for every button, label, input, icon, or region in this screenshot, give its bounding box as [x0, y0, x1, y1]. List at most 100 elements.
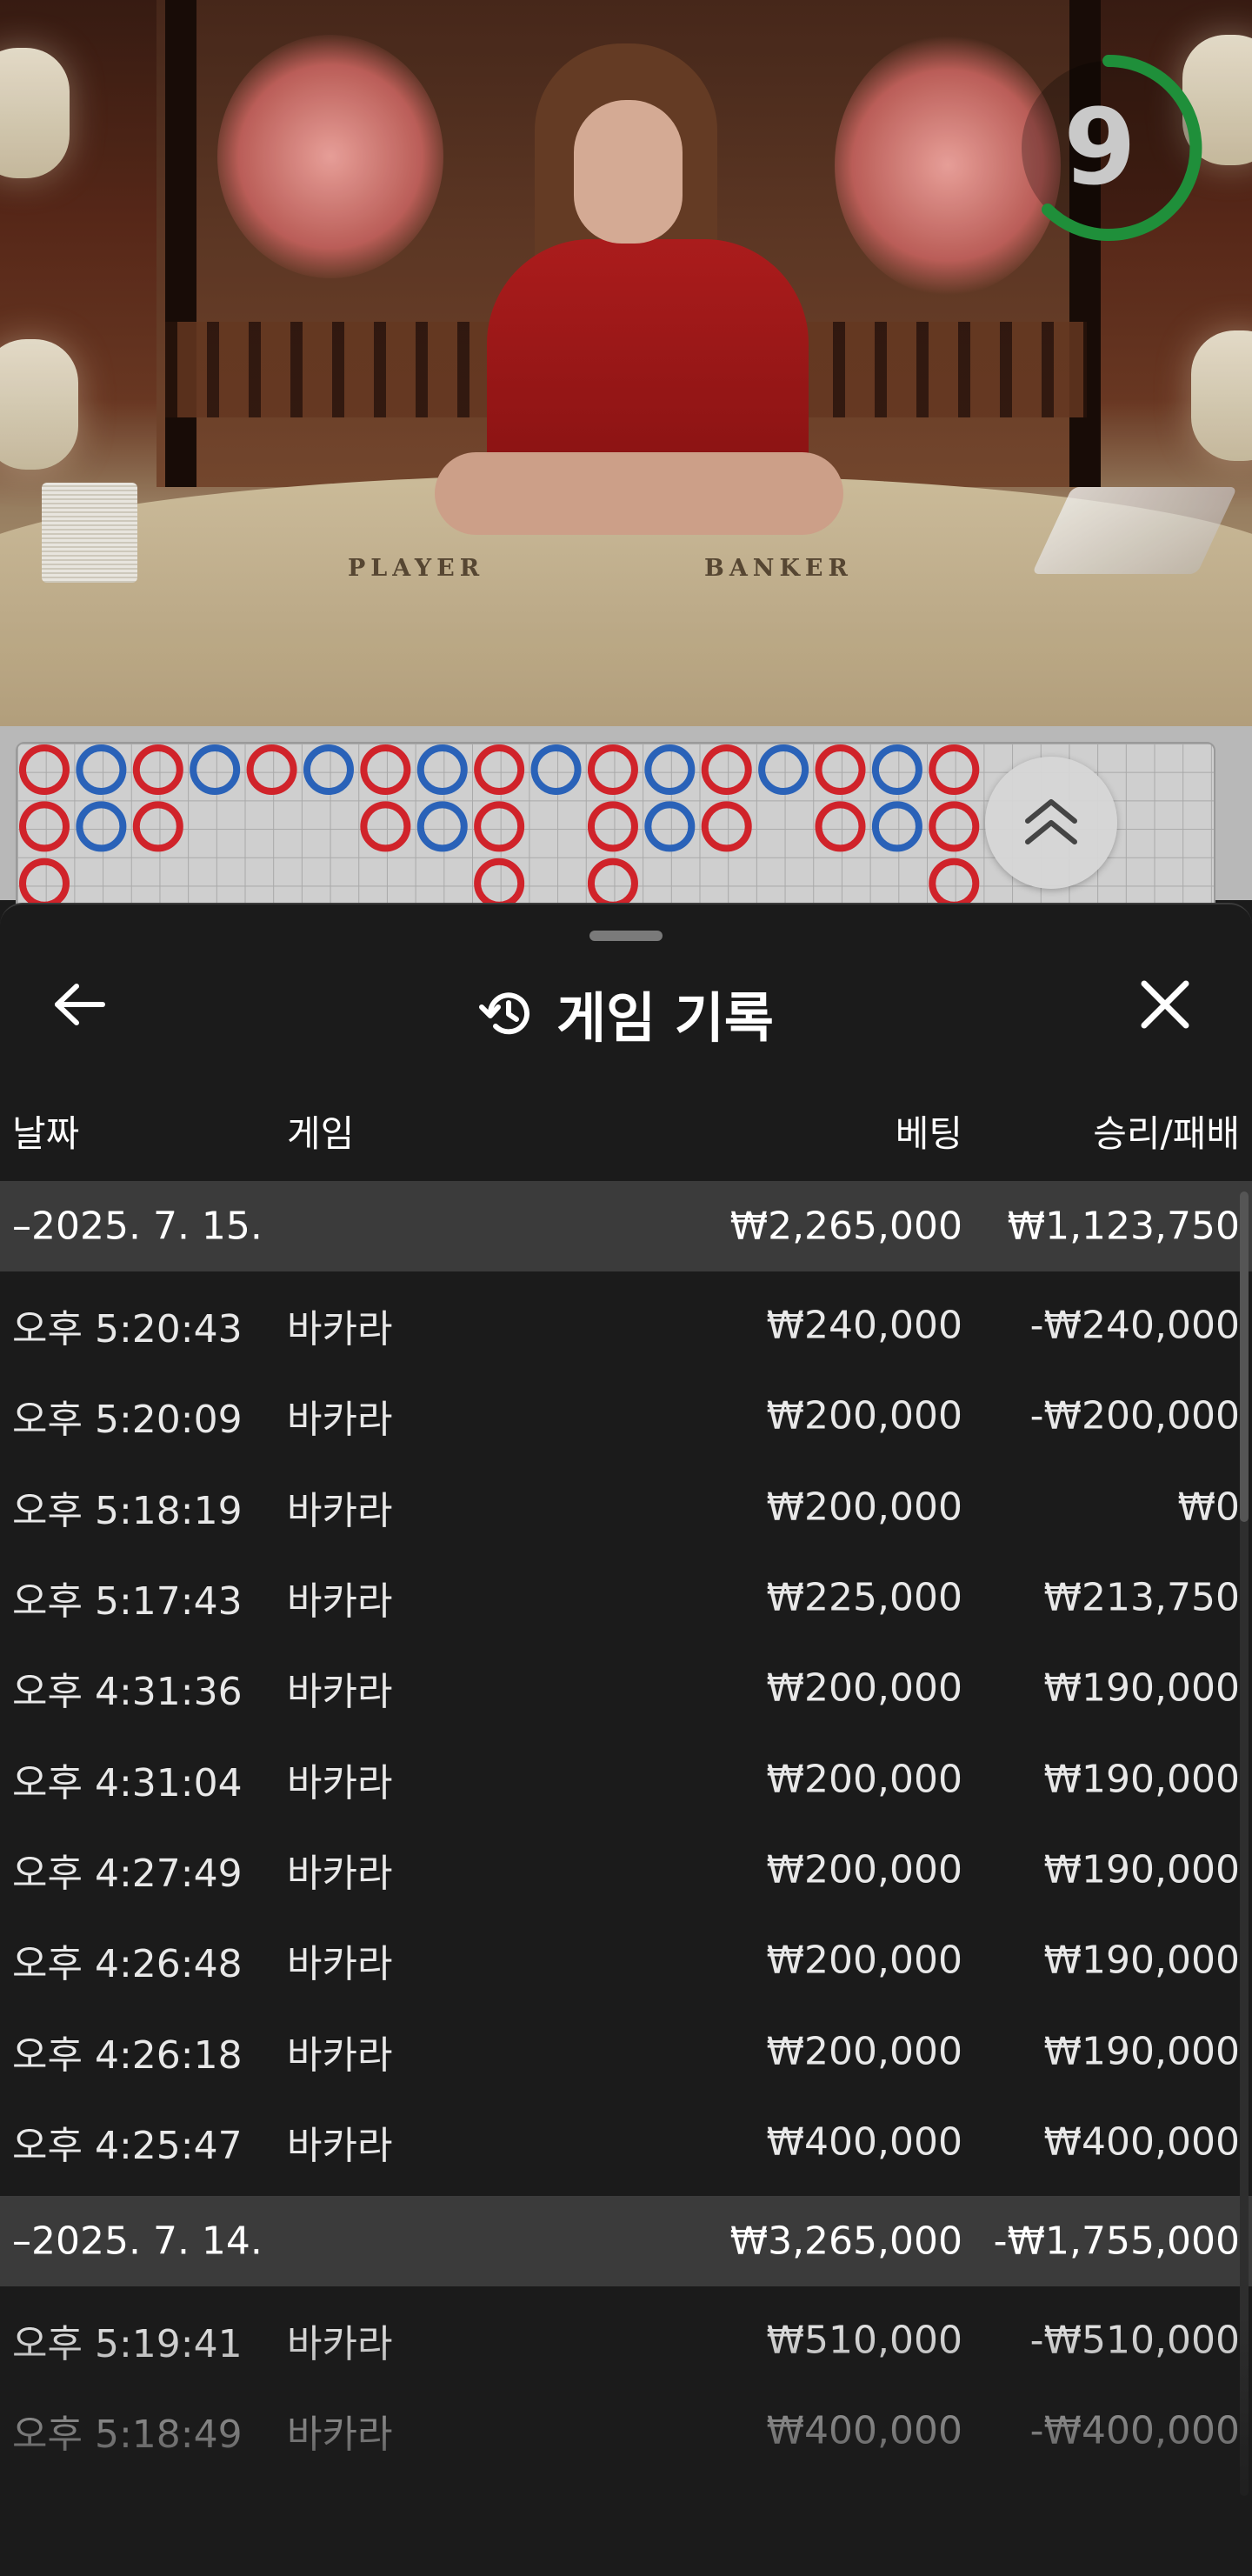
- row-time: 오후 5:18:19: [12, 1488, 243, 1533]
- row-bet: ₩200,000: [766, 1757, 962, 1802]
- game-history-panel: 게임 기록 날짜 게임 베팅 승리/패배 –2025. 7. 15. ₩2,265…: [0, 903, 1252, 2576]
- countdown-number: 9: [1063, 87, 1136, 209]
- row-bet: ₩200,000: [766, 1665, 962, 1711]
- banker-bead: [474, 744, 525, 795]
- row-time: 오후 4:26:18: [12, 2032, 243, 2078]
- row-time: 오후 4:26:48: [12, 1942, 243, 1987]
- group-date: –2025. 7. 15.: [12, 1204, 263, 1249]
- row-game: 바카라: [287, 2123, 393, 2168]
- scroll-up-button[interactable]: [985, 757, 1117, 889]
- row-time: 오후 5:20:43: [12, 1307, 243, 1352]
- row-winloss: ₩190,000: [1043, 1938, 1240, 1983]
- history-row[interactable]: 오후 5:20:43 바카라 ₩240,000 -₩240,000: [0, 1280, 1252, 1371]
- player-bead: [190, 744, 241, 795]
- banker-bead: [701, 744, 752, 795]
- column-date: 날짜: [12, 1112, 80, 1155]
- row-winloss: ₩213,750: [1043, 1575, 1240, 1620]
- row-winloss: ₩0: [1177, 1485, 1241, 1530]
- date-group-row[interactable]: –2025. 7. 14. ₩3,265,000 -₩1,755,000: [0, 2195, 1252, 2286]
- row-bet: ₩200,000: [766, 1847, 962, 1892]
- history-row[interactable]: 오후 4:25:47 바카라 ₩400,000 ₩400,000: [0, 2097, 1252, 2187]
- history-row[interactable]: 오후 4:27:49 바카라 ₩200,000 ₩190,000: [0, 1825, 1252, 1915]
- player-bead: [871, 744, 922, 795]
- banker-bead: [360, 744, 411, 795]
- row-bet: ₩200,000: [766, 1485, 962, 1530]
- history-row[interactable]: 오후 5:17:43 바카라 ₩225,000 ₩213,750: [0, 1552, 1252, 1643]
- row-time: 오후 4:31:04: [12, 1760, 243, 1805]
- banker-bead: [19, 801, 70, 852]
- group-bet-total: ₩3,265,000: [729, 2219, 962, 2264]
- row-game: 바카라: [287, 1670, 393, 1715]
- date-group-row[interactable]: –2025. 7. 15. ₩2,265,000 ₩1,123,750: [0, 1181, 1252, 1271]
- row-winloss: ₩190,000: [1043, 2029, 1240, 2074]
- group-bet-total: ₩2,265,000: [729, 1204, 962, 1249]
- banker-bead: [929, 801, 980, 852]
- live-dealer-video: PLAYER BANKER 9: [0, 0, 1252, 726]
- player-bead: [530, 744, 582, 795]
- player-bead: [416, 801, 468, 852]
- column-game: 게임: [287, 1112, 355, 1155]
- column-headers: 날짜 게임 베팅 승리/패배: [0, 1104, 1252, 1165]
- banker-bead: [929, 858, 980, 909]
- row-bet: ₩240,000: [766, 1303, 962, 1348]
- banker-bead: [19, 744, 70, 795]
- column-winloss: 승리/패배: [1093, 1112, 1240, 1155]
- history-icon: [479, 992, 530, 1035]
- row-game: 바카라: [287, 1760, 393, 1805]
- chevron-double-up-icon: [1025, 799, 1077, 844]
- row-winloss: ₩400,000: [1043, 2119, 1240, 2165]
- banker-bead: [587, 744, 638, 795]
- banker-bead: [132, 744, 183, 795]
- banker-bead: [587, 858, 638, 909]
- row-game: 바카라: [287, 1942, 393, 1987]
- panel-title: 게임 기록: [0, 974, 1252, 1052]
- row-winloss: -₩200,000: [1029, 1393, 1240, 1438]
- row-game: 바카라: [287, 1851, 393, 1896]
- row-time: 오후 5:20:09: [12, 1398, 243, 1443]
- history-row[interactable]: 오후 5:18:19 바카라 ₩200,000 ₩0: [0, 1462, 1252, 1552]
- row-bet: ₩225,000: [766, 1575, 962, 1620]
- banker-bead: [19, 858, 70, 909]
- history-row[interactable]: 오후 4:26:48 바카라 ₩200,000 ₩190,000: [0, 1915, 1252, 2005]
- row-game: 바카라: [287, 1307, 393, 1352]
- player-bead: [871, 801, 922, 852]
- history-row[interactable]: 오후 4:31:04 바카라 ₩200,000 ₩190,000: [0, 1733, 1252, 1824]
- player-bead: [758, 744, 809, 795]
- row-game: 바카라: [287, 1398, 393, 1443]
- row-game: 바카라: [287, 1488, 393, 1533]
- banker-bead: [815, 801, 866, 852]
- banker-bead: [474, 801, 525, 852]
- banker-bead: [587, 801, 638, 852]
- player-bead: [644, 744, 696, 795]
- panel-header: 게임 기록: [0, 957, 1252, 1052]
- banker-bead: [360, 801, 411, 852]
- close-button[interactable]: [1130, 976, 1200, 1033]
- row-time: 오후 4:25:47: [12, 2123, 243, 2168]
- history-row[interactable]: 오후 4:26:18 바카라 ₩200,000 ₩190,000: [0, 2005, 1252, 2096]
- player-bead: [303, 744, 354, 795]
- group-date: –2025. 7. 14.: [12, 2219, 263, 2264]
- history-row[interactable]: 오후 4:31:36 바카라 ₩200,000 ₩190,000: [0, 1643, 1252, 1733]
- row-bet: ₩400,000: [766, 2119, 962, 2165]
- row-winloss: -₩240,000: [1029, 1303, 1240, 1348]
- player-bead: [76, 801, 127, 852]
- banker-bead: [474, 858, 525, 909]
- group-win-total: ₩1,123,750: [1007, 1204, 1240, 1249]
- history-row[interactable]: 오후 5:20:09 바카라 ₩200,000 -₩200,000: [0, 1371, 1252, 1461]
- row-bet: ₩200,000: [766, 1393, 962, 1438]
- banker-bead: [246, 744, 297, 795]
- drag-handle[interactable]: [589, 931, 663, 941]
- row-winloss: ₩190,000: [1043, 1847, 1240, 1892]
- panel-title-text: 게임 기록: [556, 986, 774, 1050]
- player-bead: [644, 801, 696, 852]
- close-icon: [1141, 980, 1189, 1029]
- banker-bead: [815, 744, 866, 795]
- row-time: 오후 5:17:43: [12, 1579, 243, 1625]
- row-bet: ₩200,000: [766, 2029, 962, 2074]
- column-bet: 베팅: [895, 1112, 962, 1155]
- row-time: 오후 4:31:36: [12, 1670, 243, 1715]
- row-game: 바카라: [287, 2032, 393, 2078]
- group-win-total: -₩1,755,000: [993, 2219, 1240, 2264]
- scrollbar-thumb[interactable]: [1240, 1191, 1249, 1522]
- list-fade: [0, 2315, 1252, 2576]
